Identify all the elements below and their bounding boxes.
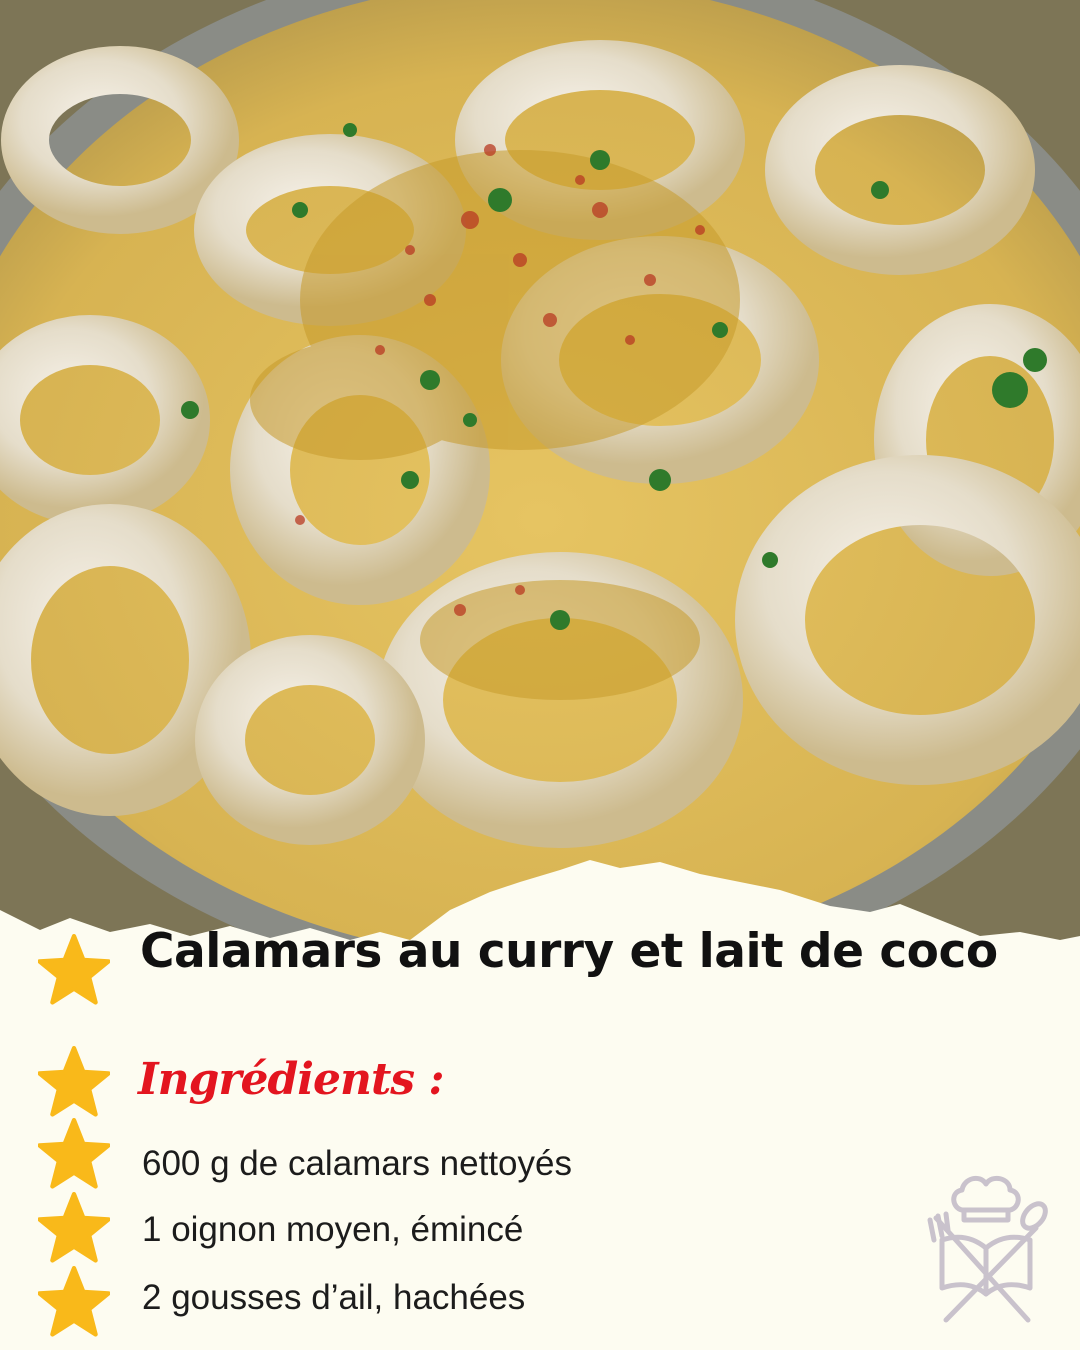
ingredient-item: 1 oignon moyen, émincé — [142, 1210, 524, 1249]
ingredient-item: 2 gousses d’ail, hachées — [142, 1278, 526, 1317]
recipe-title: Calamars au curry et lait de coco — [140, 924, 998, 979]
ingredient-item: 600 g de calamars nettoyés — [142, 1144, 572, 1183]
star-icon — [38, 1046, 110, 1117]
star-icon — [38, 1192, 110, 1263]
star-icon — [38, 1266, 110, 1337]
chef-hat-book-cutlery-icon — [927, 1175, 1048, 1323]
star-icon — [38, 1118, 110, 1189]
star-icon — [38, 934, 110, 1005]
food-photo — [0, 0, 1080, 960]
calamari-curry-illustration — [0, 0, 1080, 960]
ingredients-heading: Ingrédients : — [138, 1054, 445, 1105]
